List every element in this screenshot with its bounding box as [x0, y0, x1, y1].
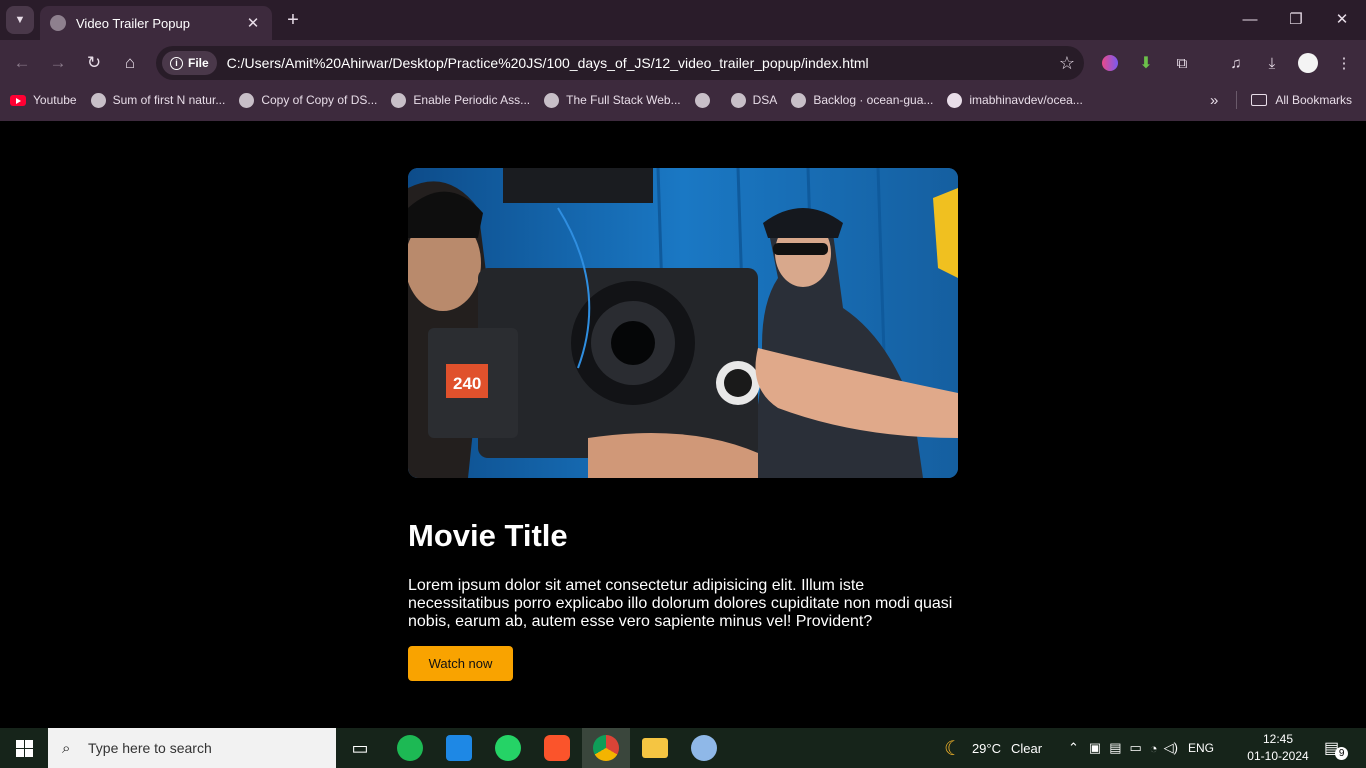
- brave-icon[interactable]: [533, 728, 581, 768]
- extension-download-icon[interactable]: ⬇: [1134, 51, 1158, 75]
- tab-video-trailer-popup[interactable]: Video Trailer Popup ✕: [40, 6, 272, 40]
- back-button[interactable]: ←: [8, 49, 36, 77]
- bookmark-item[interactable]: DSA: [730, 92, 778, 108]
- bookmarks-bar: Youtube Sum of first N natur... Copy of Co…: [0, 86, 1366, 114]
- all-bookmarks-button[interactable]: All Bookmarks: [1275, 93, 1352, 107]
- meet-now-icon[interactable]: ▣: [1089, 740, 1101, 756]
- whatsapp-icon[interactable]: [484, 728, 532, 768]
- site-info-chip[interactable]: i File: [162, 51, 217, 75]
- globe-icon: [544, 92, 560, 108]
- show-hidden-icons-icon[interactable]: ⌃: [1068, 740, 1079, 756]
- film-crew-photo: 240: [408, 168, 958, 478]
- file-explorer-icon[interactable]: [631, 728, 679, 768]
- windows-icon: [15, 739, 33, 757]
- profile-avatar[interactable]: [1296, 51, 1320, 75]
- tab-search-icon[interactable]: ▼: [6, 6, 34, 34]
- watch-now-button[interactable]: Watch now: [408, 646, 513, 681]
- bookmark-star-icon[interactable]: ☆: [1050, 53, 1084, 74]
- globe-icon: [90, 92, 106, 108]
- moon-icon: ☾: [944, 737, 962, 760]
- page-content: 240 Movie Title Lorem ipsum dolor sit am…: [0, 121, 1366, 728]
- weather-temp: 29°C: [971, 740, 1001, 756]
- browser-chrome: ▼ Video Trailer Popup ✕ + — ❐ ✕ ← → ↻ ⌂ …: [0, 0, 1366, 121]
- url-text[interactable]: C:/Users/Amit%20Ahirwar/Desktop/Practice…: [227, 55, 1050, 71]
- bookmarks-right: » All Bookmarks: [1210, 86, 1352, 114]
- tab-strip: ▼ Video Trailer Popup ✕ + — ❐ ✕: [0, 0, 1366, 40]
- movie-title: Movie Title: [408, 518, 568, 553]
- bookmark-item[interactable]: [694, 92, 717, 108]
- browser-toolbar: ← → ↻ ⌂ i File C:/Users/Amit%20Ahirwar/D…: [0, 40, 1366, 86]
- search-placeholder: Type here to search: [88, 740, 212, 756]
- home-button[interactable]: ⌂: [116, 49, 144, 77]
- more-bookmarks-icon[interactable]: »: [1210, 92, 1218, 109]
- svg-text:240: 240: [453, 374, 481, 393]
- weather-widget[interactable]: ☾ 29°C Clear: [944, 728, 1042, 768]
- address-bar[interactable]: i File C:/Users/Amit%20Ahirwar/Desktop/P…: [156, 46, 1084, 80]
- globe-icon: [730, 92, 746, 108]
- tab-favicon-icon: [50, 15, 66, 31]
- globe-icon: [694, 92, 710, 108]
- wifi-icon[interactable]: ◔: [1150, 741, 1158, 756]
- menu-kebab-icon[interactable]: ⋮: [1332, 51, 1356, 75]
- bookmark-label: DSA: [752, 93, 778, 107]
- globe-icon: [791, 92, 807, 108]
- globe-icon: [391, 92, 407, 108]
- globe-icon: [239, 92, 255, 108]
- info-icon: i: [170, 56, 183, 70]
- movie-description: Lorem ipsum dolor sit amet consectetur a…: [408, 577, 953, 630]
- bookmark-label: The Full Stack Web...: [566, 93, 681, 107]
- clock-date: 01-10-2024: [1247, 749, 1309, 763]
- language-indicator[interactable]: ENG: [1188, 741, 1214, 755]
- downloads-icon[interactable]: ⤓: [1260, 51, 1284, 75]
- task-view-icon[interactable]: ▭: [336, 728, 384, 768]
- search-icon: ⌕: [62, 739, 71, 757]
- chrome-icon[interactable]: [582, 728, 630, 768]
- start-button[interactable]: [0, 728, 48, 768]
- extension-brain-icon[interactable]: [1098, 51, 1122, 75]
- bookmark-label: Sum of first N natur...: [112, 93, 226, 107]
- bookmark-label: Youtube: [33, 93, 77, 107]
- hero-image: 240: [408, 168, 958, 478]
- taskbar: ⌕ Type here to search ▭ ☾ 29°C Clear ⌃ ▣…: [0, 728, 1366, 768]
- bookmark-item[interactable]: Enable Periodic Ass...: [391, 92, 531, 108]
- bookmark-item[interactable]: imabhinavdev/ocea...: [947, 92, 1083, 108]
- bookmark-item[interactable]: Youtube: [10, 93, 77, 107]
- folder-icon: [1251, 94, 1268, 106]
- youtube-icon: [10, 94, 26, 106]
- notification-count: 9: [1335, 746, 1349, 760]
- new-tab-button[interactable]: +: [282, 8, 304, 32]
- bookmark-label: Enable Periodic Ass...: [413, 93, 531, 107]
- bookmarks-divider: [1236, 91, 1238, 109]
- system-tray: ⌃ ▣ ▤ ▭ ◔ ◁) ENG: [1068, 728, 1214, 768]
- spotify-icon[interactable]: [386, 728, 434, 768]
- extensions-puzzle-icon[interactable]: ⧉: [1170, 51, 1194, 75]
- github-icon: [947, 92, 963, 108]
- restore-button[interactable]: ❐: [1274, 6, 1318, 34]
- clock-time: 12:45: [1262, 732, 1294, 746]
- bookmark-item[interactable]: Sum of first N natur...: [90, 92, 226, 108]
- security-icon[interactable]: ▤: [1109, 740, 1121, 756]
- paint-icon[interactable]: [680, 728, 728, 768]
- bookmark-label: Backlog · ocean-gua...: [813, 93, 934, 107]
- close-window-button[interactable]: ✕: [1320, 6, 1364, 34]
- site-info-label: File: [188, 56, 209, 70]
- tab-title: Video Trailer Popup: [76, 15, 190, 31]
- taskbar-search-box[interactable]: ⌕ Type here to search: [48, 728, 336, 768]
- battery-icon[interactable]: ▭: [1130, 740, 1142, 756]
- notifications-button[interactable]: ▤ 9: [1324, 728, 1349, 768]
- forward-button[interactable]: →: [44, 49, 72, 77]
- bookmark-item[interactable]: Copy of Copy of DS...: [239, 92, 378, 108]
- bookmark-item[interactable]: The Full Stack Web...: [544, 92, 681, 108]
- reload-button[interactable]: ↻: [80, 49, 108, 77]
- minimize-button[interactable]: —: [1228, 6, 1272, 34]
- media-control-icon[interactable]: ♫: [1224, 51, 1248, 75]
- tab-close-icon[interactable]: ✕: [244, 14, 262, 32]
- vscode-icon[interactable]: [435, 728, 483, 768]
- bookmark-item[interactable]: Backlog · ocean-gua...: [791, 92, 934, 108]
- clock[interactable]: 12:45 01-10-2024: [1238, 731, 1318, 765]
- volume-icon[interactable]: ◁): [1164, 740, 1178, 756]
- bookmark-label: imabhinavdev/ocea...: [969, 93, 1083, 107]
- weather-text: Clear: [1010, 740, 1043, 756]
- bookmark-label: Copy of Copy of DS...: [261, 93, 378, 107]
